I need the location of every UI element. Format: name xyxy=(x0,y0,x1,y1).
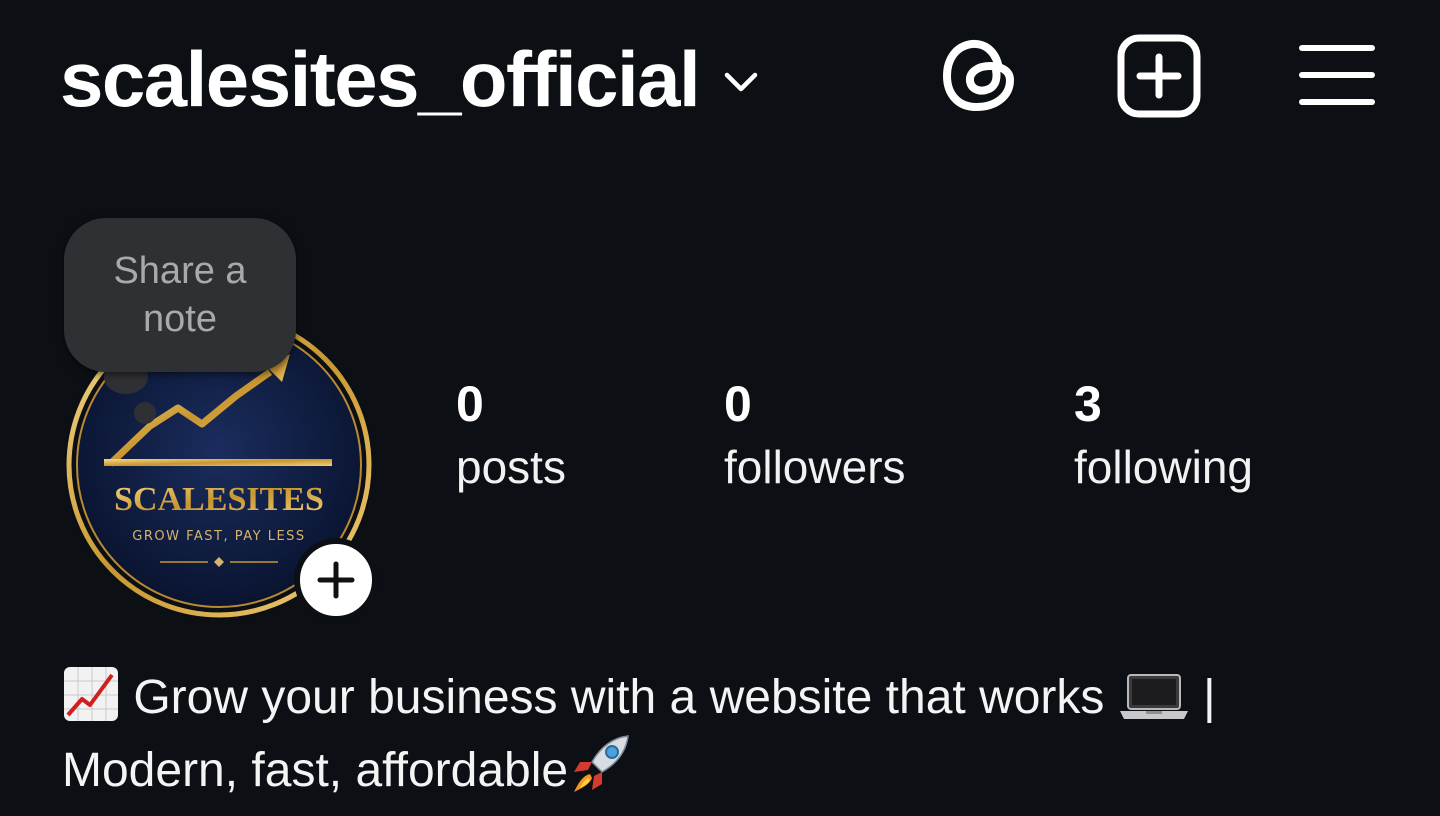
share-note-bubble[interactable]: Share a note xyxy=(64,218,296,372)
stat-posts[interactable]: 0 posts xyxy=(456,372,566,498)
logo-tagline: GROW FAST, PAY LESS xyxy=(132,529,305,544)
rocket-emoji xyxy=(574,735,629,792)
chart-increasing-emoji xyxy=(64,667,118,721)
bio-separator: | xyxy=(1203,671,1216,724)
bio-line-1: Grow your business with a website that w… xyxy=(133,671,1105,724)
stat-following[interactable]: 3 following xyxy=(1074,372,1253,498)
note-bubble-tail-dot xyxy=(134,402,156,424)
followers-label: followers xyxy=(724,441,906,493)
bio-line-2: Modern, fast, affordable xyxy=(62,744,569,797)
laptop-emoji xyxy=(1119,674,1188,719)
account-switcher[interactable]: scalesites_official xyxy=(60,34,761,124)
add-story-button[interactable] xyxy=(294,538,378,622)
add-post-icon[interactable] xyxy=(1116,33,1202,119)
username: scalesites_official xyxy=(60,35,701,123)
plus-icon xyxy=(317,561,355,599)
profile-page: scalesites_official SCALESITES GROW FAST… xyxy=(0,0,1440,816)
posts-label: posts xyxy=(456,441,566,493)
following-label: following xyxy=(1074,441,1253,493)
following-count: 3 xyxy=(1074,376,1102,432)
share-note-text: Share a note xyxy=(113,250,247,340)
logo-brand-text: SCALESITES xyxy=(114,481,324,518)
profile-bio: Grow your business with a website that w… xyxy=(62,664,1382,805)
posts-count: 0 xyxy=(456,376,484,432)
stat-followers[interactable]: 0 followers xyxy=(724,372,906,498)
threads-icon[interactable] xyxy=(940,34,1022,116)
followers-count: 0 xyxy=(724,376,752,432)
chevron-down-icon xyxy=(724,72,758,92)
menu-icon[interactable] xyxy=(1298,42,1376,108)
